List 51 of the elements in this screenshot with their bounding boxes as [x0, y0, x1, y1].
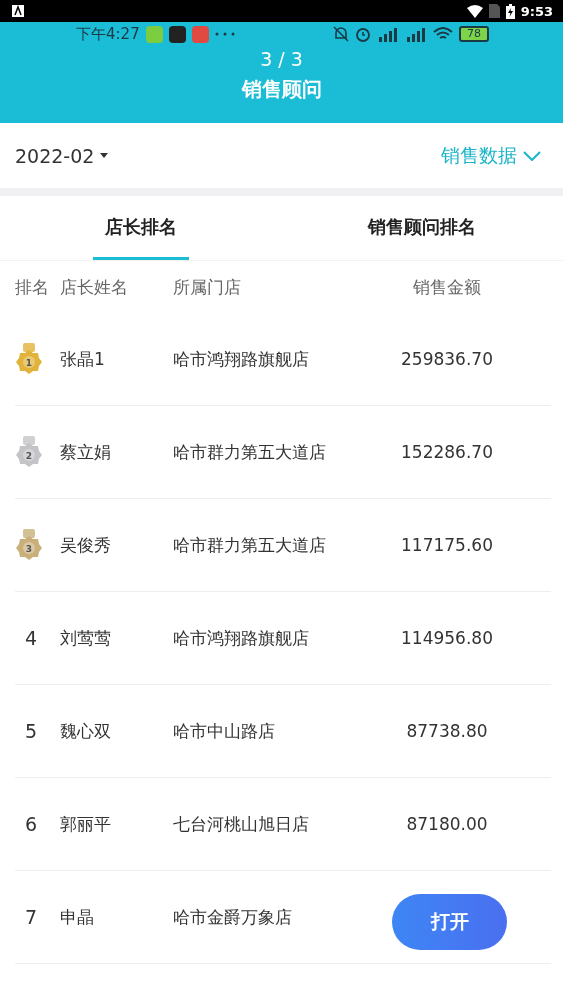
store-name: 哈市群力第五大道店 — [173, 533, 327, 557]
sales-amount: 114956.80 — [401, 628, 493, 648]
wifi-icon — [466, 4, 483, 18]
column-header: 店长姓名 — [60, 275, 129, 299]
app-icon — [191, 25, 209, 43]
sales-amount: 117175.60 — [401, 535, 493, 555]
ranking-tab[interactable]: 销售顾问排名 — [356, 196, 489, 260]
manager-name: 申晶 — [60, 905, 95, 929]
page-title: 销售顾问 — [241, 76, 322, 103]
column-header: 销售金额 — [413, 275, 481, 299]
store-name: 七台河桃山旭日店 — [173, 812, 310, 836]
battery-level: 78 — [459, 26, 489, 42]
caret-icon — [100, 153, 109, 158]
month-picker[interactable]: 2022-02 — [15, 144, 109, 167]
rank-number: 7 — [24, 906, 39, 928]
app-icon — [168, 25, 186, 43]
column-header: 所属门店 — [173, 275, 242, 299]
battery-charging-icon — [505, 3, 515, 19]
wifi-icon — [433, 27, 453, 41]
signal-icon — [405, 26, 427, 42]
store-name: 哈市金爵万象店 — [173, 905, 293, 929]
rank-number: 6 — [24, 813, 39, 835]
store-name: 哈市群力第五大道店 — [173, 440, 327, 464]
sales-amount: 87180.00 — [406, 814, 488, 834]
store-name: 哈市中山路店 — [173, 719, 276, 743]
rank-number: 5 — [24, 720, 39, 742]
notification-icon — [12, 5, 24, 17]
chevron-down-icon — [523, 150, 541, 161]
manager-name: 张晶1 — [60, 347, 106, 371]
rank-number: 4 — [24, 627, 39, 649]
more-icon — [214, 32, 235, 36]
status-time: 下午4:27 — [76, 24, 140, 44]
store-name: 哈市鸿翔路旗舰店 — [173, 347, 310, 371]
ranking-tab[interactable]: 店长排名 — [92, 196, 189, 260]
manager-name: 蔡立娟 — [60, 440, 112, 464]
alarm-icon — [355, 26, 371, 42]
sales-amount: 259836.70 — [401, 349, 493, 369]
sales-amount: 152286.70 — [401, 442, 493, 462]
app-icon — [145, 25, 163, 43]
manager-name: 郭丽平 — [60, 812, 112, 836]
signal-icon — [377, 26, 399, 42]
column-header: 排名 — [15, 275, 50, 299]
clock-time: 9:53 — [520, 3, 553, 19]
manager-name: 魏心双 — [60, 719, 112, 743]
muted-bell-icon — [333, 26, 349, 42]
sales-amount: 87738.80 — [406, 721, 488, 741]
store-name: 哈市鸿翔路旗舰店 — [173, 626, 310, 650]
manager-name: 吴俊秀 — [60, 533, 112, 557]
page-counter: 3 / 3 — [260, 48, 303, 70]
open-button[interactable]: 打开 — [392, 894, 507, 950]
manager-name: 刘莺莺 — [60, 626, 112, 650]
